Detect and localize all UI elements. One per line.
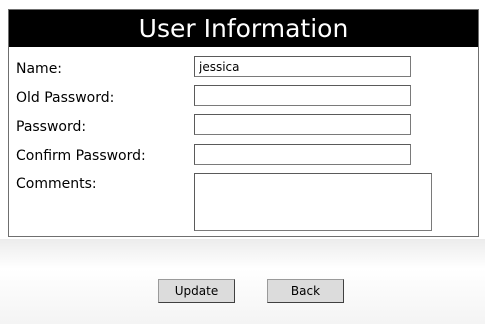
update-button[interactable]: Update bbox=[158, 279, 235, 303]
old-password-field[interactable] bbox=[194, 85, 411, 106]
panel-title: User Information bbox=[9, 10, 478, 47]
comments-field[interactable] bbox=[194, 173, 432, 231]
name-field[interactable] bbox=[194, 56, 411, 77]
confirm-password-field[interactable] bbox=[194, 144, 411, 165]
comments-label: Comments: bbox=[16, 176, 97, 192]
password-label: Password: bbox=[16, 119, 87, 135]
name-label: Name: bbox=[16, 61, 63, 77]
old-password-label: Old Password: bbox=[16, 90, 115, 106]
confirm-password-label: Confirm Password: bbox=[16, 148, 146, 164]
password-field[interactable] bbox=[194, 114, 411, 135]
back-button[interactable]: Back bbox=[267, 279, 344, 303]
button-bar bbox=[0, 239, 485, 324]
user-information-panel: User Information Name: Old Password: Pas… bbox=[8, 9, 479, 237]
